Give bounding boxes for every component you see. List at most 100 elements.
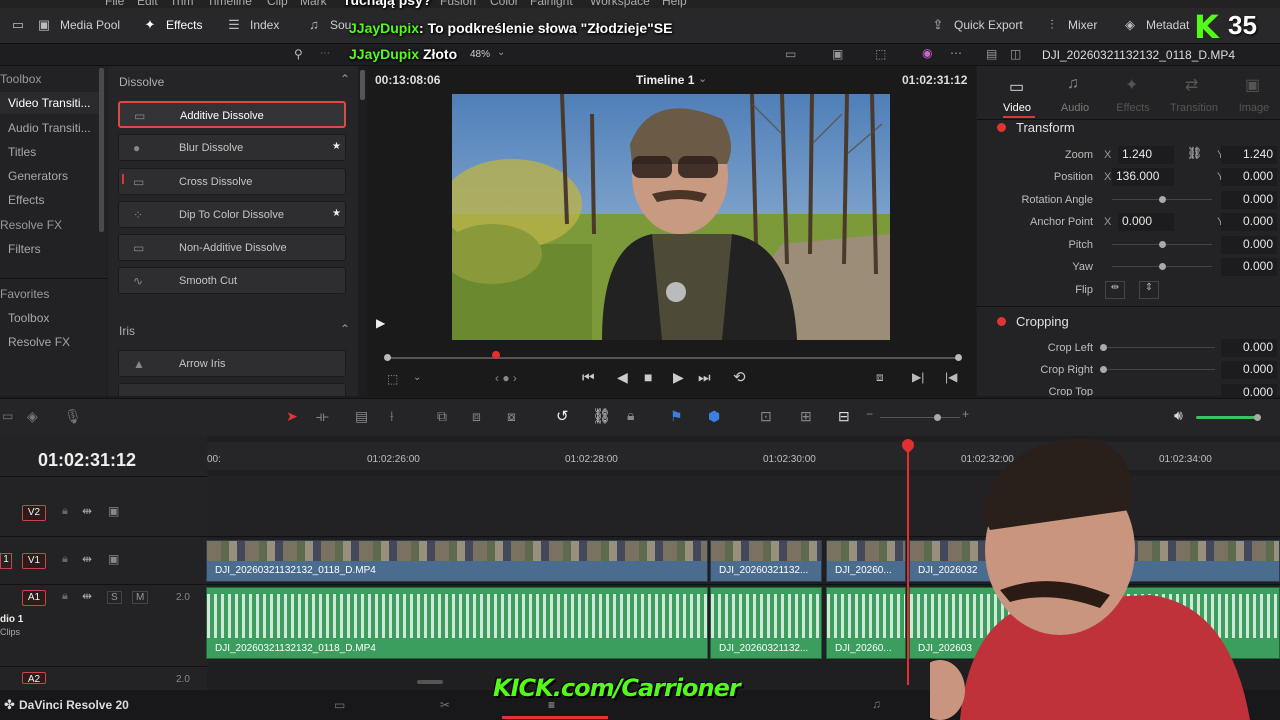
crop-left-slider-handle[interactable]: [1100, 344, 1107, 351]
eye-icon[interactable]: ◈: [27, 408, 38, 425]
play-icon[interactable]: ▶: [673, 369, 684, 386]
timeline-scrollbar[interactable]: [417, 680, 443, 684]
menu-fusion[interactable]: Fusion: [440, 0, 476, 8]
lock-icon[interactable]: 🔒︎: [62, 505, 68, 518]
video-clip[interactable]: DJI_20260321132132_0118_D.MP4: [206, 540, 708, 582]
zoom-level[interactable]: 48%: [470, 49, 490, 60]
snapping-icon[interactable]: ↺: [556, 407, 569, 425]
nav-resolve-fx[interactable]: Resolve FX: [0, 218, 62, 232]
audio-clip[interactable]: DJI_20260...: [826, 587, 906, 659]
yaw-slider-handle[interactable]: [1159, 263, 1166, 270]
zoom-slider-handle[interactable]: [934, 414, 941, 421]
menu-help[interactable]: Help: [662, 0, 687, 8]
collapse-chevron-icon[interactable]: ⌃: [340, 72, 350, 86]
prev-edit-icon[interactable]: |◀: [945, 370, 957, 384]
chevron-down-icon[interactable]: ⌄: [497, 47, 505, 58]
menu-trim[interactable]: Trim: [170, 0, 194, 8]
video-preview[interactable]: [452, 94, 890, 340]
media-page-icon[interactable]: ▭: [334, 698, 345, 712]
video-clip[interactable]: DJI_20260321132...: [710, 540, 822, 582]
crop-top-field[interactable]: 0.000: [1221, 384, 1277, 396]
match-frame-icon[interactable]: ⧈: [876, 370, 884, 385]
cut-page-icon[interactable]: ✂: [440, 698, 450, 712]
tab-audio[interactable]: Audio: [1050, 102, 1100, 114]
marker-icon[interactable]: ⬢: [708, 408, 720, 425]
audio-clip[interactable]: DJI_20260321132132_0118_D.MP4: [206, 587, 708, 659]
pitch-field[interactable]: 0.000: [1221, 236, 1277, 254]
auto-select-icon[interactable]: ⇹: [82, 504, 92, 518]
transition-icon[interactable]: ⇄: [1185, 75, 1198, 95]
scrubber-end[interactable]: [955, 354, 962, 361]
anchor-x-field[interactable]: 0.000: [1118, 213, 1174, 231]
favorite-star-icon[interactable]: ★: [332, 141, 341, 152]
skip-forward-icon[interactable]: ⏭: [698, 369, 711, 386]
transform-icon[interactable]: ⬚: [875, 47, 886, 61]
track-v2-badge[interactable]: V2: [22, 505, 46, 521]
reverse-play-icon[interactable]: ◀: [617, 369, 628, 386]
nav-audio-transitions[interactable]: Audio Transiti...: [8, 121, 91, 135]
zoom-y-field[interactable]: 1.240: [1221, 146, 1277, 164]
menu-timeline[interactable]: Timeline: [207, 0, 252, 8]
pitch-slider-handle[interactable]: [1159, 241, 1166, 248]
video-icon[interactable]: ▭: [1009, 77, 1024, 97]
chevron-down-icon[interactable]: ⌄: [698, 72, 707, 85]
menu-edit[interactable]: Edit: [137, 0, 158, 8]
audio-track-name[interactable]: dio 1: [0, 614, 23, 625]
rotation-slider-handle[interactable]: [1159, 196, 1166, 203]
collapse-button[interactable]: ▭: [10, 18, 26, 32]
auto-select-icon[interactable]: ⇹: [82, 552, 92, 566]
nav-video-transitions[interactable]: Video Transiti...: [8, 96, 91, 110]
collapse-chevron-icon[interactable]: ⌃: [340, 322, 350, 336]
transform-section-header[interactable]: Transform: [997, 120, 1075, 135]
toolbox-header[interactable]: Toolbox: [0, 72, 41, 86]
flip-horizontal-icon[interactable]: ⇹: [1105, 281, 1125, 299]
blade-tool-icon[interactable]: ⟊: [390, 408, 394, 425]
mixer-button[interactable]: ⫶ Mixer: [1044, 18, 1097, 33]
effects-scrollbar[interactable]: [360, 70, 365, 100]
link-icon[interactable]: ⛓: [1187, 146, 1202, 160]
chevron-down-icon[interactable]: ⌄: [413, 372, 421, 383]
zoom-full-icon[interactable]: ⊡: [760, 408, 772, 425]
effects-button[interactable]: ✦ Effects: [142, 18, 203, 33]
crop-right-slider-handle[interactable]: [1100, 366, 1107, 373]
lock-icon[interactable]: 🔒︎: [62, 590, 68, 603]
position-x-field[interactable]: 136.000: [1112, 168, 1174, 186]
tab-video[interactable]: Video: [992, 102, 1042, 114]
mute-button[interactable]: M: [132, 591, 149, 604]
fav-toolbox[interactable]: Toolbox: [8, 311, 49, 325]
cropping-section-header[interactable]: Cropping: [997, 314, 1069, 329]
source-v1-badge[interactable]: 1: [0, 553, 12, 569]
effect-additive-dissolve[interactable]: ▭ Additive Dissolve: [118, 101, 346, 128]
viewer-mode-icon[interactable]: ▭: [785, 47, 796, 61]
image-icon[interactable]: ▣: [1245, 75, 1260, 95]
crop-right-field[interactable]: 0.000: [1221, 361, 1277, 379]
effect-cross-dissolve[interactable]: ▭ Cross Dissolve: [118, 168, 346, 195]
video-clip[interactable]: DJI_20260...: [826, 540, 906, 582]
loop-icon[interactable]: ⟲: [733, 368, 746, 386]
menu-mark[interactable]: Mark: [300, 0, 327, 8]
zoom-out-icon[interactable]: −: [866, 407, 873, 421]
stop-icon[interactable]: ■: [644, 369, 652, 385]
timeline-name[interactable]: Timeline 1: [636, 73, 694, 87]
scrubber-playhead[interactable]: [492, 351, 500, 359]
crop-icon[interactable]: ⬚: [387, 372, 398, 386]
yaw-field[interactable]: 0.000: [1221, 258, 1277, 276]
fav-resolve-fx[interactable]: Resolve FX: [8, 335, 70, 349]
audio-clip[interactable]: DJI_20260321132...: [710, 587, 822, 659]
menu-color[interactable]: Color: [490, 0, 519, 8]
speaker-icon[interactable]: 🔊︎: [1174, 407, 1183, 424]
tab-effects[interactable]: Effects: [1108, 102, 1158, 114]
more-icon[interactable]: ⋯: [950, 46, 962, 60]
lock-icon[interactable]: 🔒︎: [62, 553, 68, 566]
track-enable-icon[interactable]: ▣: [108, 504, 119, 518]
timeline-playhead[interactable]: [907, 440, 909, 685]
enable-toggle[interactable]: [997, 317, 1006, 326]
scrubber-start[interactable]: [384, 354, 391, 361]
overwrite-clip-icon[interactable]: ⧈: [472, 408, 481, 425]
crop-left-slider[interactable]: [1107, 347, 1215, 348]
metadata-button[interactable]: ◈ Metadat: [1122, 18, 1189, 33]
inspector-icon[interactable]: ▤: [986, 47, 997, 61]
effects-tab-icon[interactable]: ✦: [1125, 75, 1138, 95]
tab-transition[interactable]: Transition: [1169, 102, 1219, 114]
effect-smooth-cut[interactable]: ∿ Smooth Cut: [118, 267, 346, 294]
